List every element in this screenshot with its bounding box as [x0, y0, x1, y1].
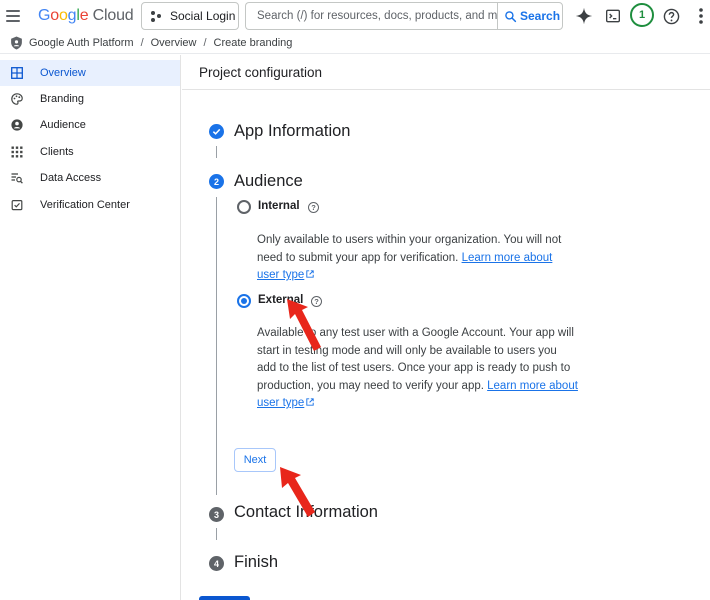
project-picker-button[interactable]: Social Login	[141, 2, 239, 30]
internal-radio[interactable]	[237, 200, 251, 214]
logo-letter: e	[79, 7, 89, 24]
more-options-icon[interactable]	[692, 6, 710, 26]
cloud-shell-icon[interactable]	[603, 6, 623, 26]
logo-letter: G	[38, 7, 51, 24]
logo-letter: o	[58, 7, 68, 24]
sidebar-item-verification-center[interactable]: Verification Center	[0, 192, 180, 218]
sidebar-item-label: Branding	[40, 93, 85, 105]
notification-badge[interactable]: 1	[630, 3, 654, 27]
external-learn-more-link[interactable]: Learn more about	[487, 380, 578, 392]
step-title-finish[interactable]: Finish	[234, 553, 278, 572]
sidebar-item-label: Clients	[40, 146, 74, 158]
sidebar: Overview Branding Audience Clients Data …	[0, 55, 181, 600]
dashboard-icon	[11, 67, 23, 79]
shield-icon	[11, 36, 22, 49]
sidebar-item-branding[interactable]: Branding	[0, 86, 180, 112]
step-connector	[216, 528, 217, 540]
breadcrumb-separator: /	[140, 36, 144, 49]
step-number-2: 2	[209, 174, 224, 189]
internal-description: Only available to users within your orga…	[257, 232, 587, 285]
google-cloud-logo[interactable]: Google Cloud	[38, 7, 134, 25]
step-connector	[216, 146, 217, 158]
project-icon	[151, 10, 162, 22]
search-button[interactable]: Search	[497, 2, 563, 30]
step-connector	[216, 197, 217, 495]
step-number-3: 3	[209, 507, 224, 522]
internal-desc-line: Only available to users within your orga…	[257, 234, 562, 246]
internal-learn-more-link[interactable]: Learn more about	[462, 252, 553, 264]
project-name: Social Login	[170, 9, 236, 23]
help-icon[interactable]	[661, 6, 681, 26]
internal-user-type-link[interactable]: user type	[257, 269, 304, 281]
internal-desc-text: need to submit your app for verification…	[257, 251, 459, 264]
next-button[interactable]: Next	[234, 448, 276, 472]
sidebar-item-overview[interactable]: Overview	[0, 60, 180, 86]
external-desc-line-4: production, you may need to verify your …	[257, 378, 587, 396]
breadcrumb-item-overview[interactable]: Overview	[151, 37, 197, 49]
external-link-icon	[306, 270, 314, 278]
step-number-4: 4	[209, 556, 224, 571]
step-title-audience[interactable]: Audience	[234, 172, 303, 191]
search-input[interactable]: Search (/) for resources, docs, products…	[245, 2, 497, 30]
breadcrumb-item-create-branding: Create branding	[213, 36, 293, 49]
external-link-icon	[306, 398, 314, 406]
breadcrumb: Google Auth Platform / Overview / Create…	[0, 32, 710, 54]
step-complete-check-icon	[209, 124, 224, 139]
grid-icon	[11, 146, 23, 158]
external-radio[interactable]	[237, 294, 251, 308]
sidebar-item-audience[interactable]: Audience	[0, 112, 180, 138]
search-icon	[505, 10, 517, 22]
sidebar-item-label: Overview	[40, 67, 86, 79]
gemini-icon[interactable]	[574, 6, 594, 26]
breadcrumb-separator: /	[203, 36, 207, 49]
external-desc-line-5: user type	[257, 395, 587, 413]
internal-help-icon[interactable]: ?	[308, 202, 319, 213]
sidebar-item-label: Data Access	[40, 172, 102, 184]
create-button-partial[interactable]	[199, 596, 250, 600]
annotation-arrow-icon	[287, 299, 321, 351]
main-header: Project configuration	[182, 55, 710, 90]
sidebar-item-label: Audience	[40, 119, 86, 131]
sidebar-item-data-access[interactable]: Data Access	[0, 165, 180, 191]
top-bar: Google Cloud Social Login Search (/) for…	[0, 0, 710, 32]
menu-icon[interactable]	[6, 6, 24, 26]
internal-desc-line-3: user type	[257, 267, 587, 285]
step-title-app-information[interactable]: App Information	[234, 122, 350, 141]
external-desc-line: add to the list of test users. Once your…	[257, 362, 571, 374]
logo-cloud-text: Cloud	[92, 7, 134, 24]
breadcrumb-item-auth-platform[interactable]: Google Auth Platform	[29, 37, 134, 49]
search-button-label: Search	[520, 9, 561, 23]
external-user-type-link[interactable]: user type	[257, 397, 304, 409]
external-desc-text: production, you may need to verify your …	[257, 379, 484, 392]
person-icon	[11, 119, 23, 131]
verification-icon	[11, 200, 23, 211]
sidebar-item-clients[interactable]: Clients	[0, 139, 180, 165]
sidebar-item-label: Verification Center	[40, 199, 130, 211]
internal-desc-line-2: need to submit your app for verification…	[257, 250, 587, 268]
data-access-icon	[11, 173, 23, 184]
logo-letter: o	[50, 7, 59, 24]
palette-icon	[11, 93, 23, 105]
page-title: Project configuration	[199, 65, 323, 80]
internal-label[interactable]: Internal	[258, 200, 300, 212]
annotation-arrow-icon	[280, 467, 315, 517]
